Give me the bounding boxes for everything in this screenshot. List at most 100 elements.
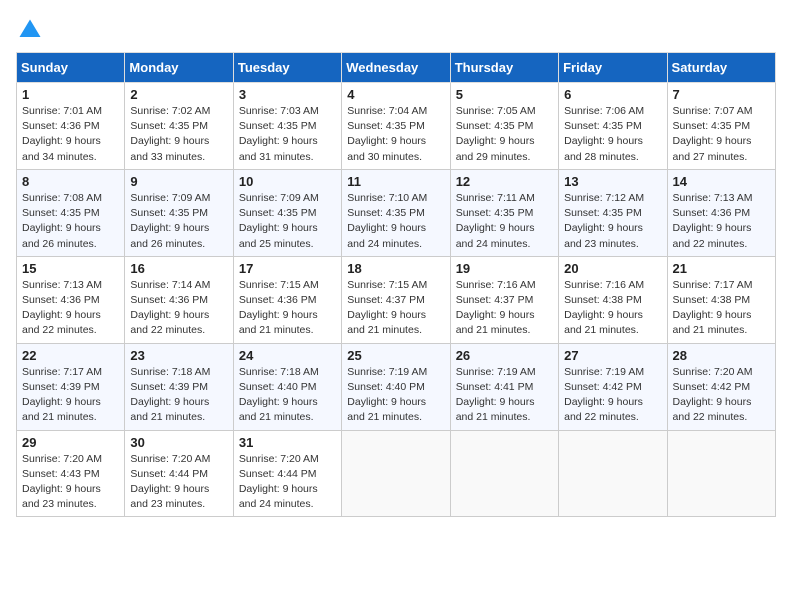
day-info: Sunrise: 7:09 AM Sunset: 4:35 PM Dayligh… bbox=[130, 191, 227, 252]
day-number: 24 bbox=[239, 348, 336, 363]
day-number: 27 bbox=[564, 348, 661, 363]
day-info: Sunrise: 7:18 AM Sunset: 4:40 PM Dayligh… bbox=[239, 365, 336, 426]
calendar-cell: 13 Sunrise: 7:12 AM Sunset: 4:35 PM Dayl… bbox=[559, 169, 667, 256]
calendar-cell: 27 Sunrise: 7:19 AM Sunset: 4:42 PM Dayl… bbox=[559, 343, 667, 430]
calendar-cell bbox=[450, 430, 558, 517]
calendar-cell: 29 Sunrise: 7:20 AM Sunset: 4:43 PM Dayl… bbox=[17, 430, 125, 517]
day-number: 2 bbox=[130, 87, 227, 102]
day-number: 31 bbox=[239, 435, 336, 450]
day-info: Sunrise: 7:20 AM Sunset: 4:43 PM Dayligh… bbox=[22, 452, 119, 513]
day-number: 3 bbox=[239, 87, 336, 102]
day-info: Sunrise: 7:19 AM Sunset: 4:42 PM Dayligh… bbox=[564, 365, 661, 426]
day-number: 28 bbox=[673, 348, 770, 363]
calendar-cell: 10 Sunrise: 7:09 AM Sunset: 4:35 PM Dayl… bbox=[233, 169, 341, 256]
calendar-cell bbox=[342, 430, 450, 517]
calendar-cell: 18 Sunrise: 7:15 AM Sunset: 4:37 PM Dayl… bbox=[342, 256, 450, 343]
calendar-cell: 19 Sunrise: 7:16 AM Sunset: 4:37 PM Dayl… bbox=[450, 256, 558, 343]
day-number: 23 bbox=[130, 348, 227, 363]
calendar-cell bbox=[667, 430, 775, 517]
day-number: 17 bbox=[239, 261, 336, 276]
day-info: Sunrise: 7:15 AM Sunset: 4:36 PM Dayligh… bbox=[239, 278, 336, 339]
logo-icon bbox=[16, 16, 44, 44]
calendar-cell: 6 Sunrise: 7:06 AM Sunset: 4:35 PM Dayli… bbox=[559, 83, 667, 170]
day-info: Sunrise: 7:18 AM Sunset: 4:39 PM Dayligh… bbox=[130, 365, 227, 426]
day-number: 8 bbox=[22, 174, 119, 189]
column-header-friday: Friday bbox=[559, 53, 667, 83]
calendar-week-4: 22 Sunrise: 7:17 AM Sunset: 4:39 PM Dayl… bbox=[17, 343, 776, 430]
column-header-saturday: Saturday bbox=[667, 53, 775, 83]
calendar-header-row: SundayMondayTuesdayWednesdayThursdayFrid… bbox=[17, 53, 776, 83]
calendar-cell: 3 Sunrise: 7:03 AM Sunset: 4:35 PM Dayli… bbox=[233, 83, 341, 170]
day-number: 7 bbox=[673, 87, 770, 102]
day-number: 29 bbox=[22, 435, 119, 450]
day-info: Sunrise: 7:14 AM Sunset: 4:36 PM Dayligh… bbox=[130, 278, 227, 339]
day-info: Sunrise: 7:19 AM Sunset: 4:40 PM Dayligh… bbox=[347, 365, 444, 426]
day-number: 22 bbox=[22, 348, 119, 363]
calendar-cell: 20 Sunrise: 7:16 AM Sunset: 4:38 PM Dayl… bbox=[559, 256, 667, 343]
day-number: 26 bbox=[456, 348, 553, 363]
calendar-cell bbox=[559, 430, 667, 517]
calendar-week-5: 29 Sunrise: 7:20 AM Sunset: 4:43 PM Dayl… bbox=[17, 430, 776, 517]
calendar-cell: 31 Sunrise: 7:20 AM Sunset: 4:44 PM Dayl… bbox=[233, 430, 341, 517]
column-header-sunday: Sunday bbox=[17, 53, 125, 83]
day-number: 15 bbox=[22, 261, 119, 276]
day-info: Sunrise: 7:13 AM Sunset: 4:36 PM Dayligh… bbox=[673, 191, 770, 252]
calendar-cell: 26 Sunrise: 7:19 AM Sunset: 4:41 PM Dayl… bbox=[450, 343, 558, 430]
day-number: 9 bbox=[130, 174, 227, 189]
calendar-cell: 12 Sunrise: 7:11 AM Sunset: 4:35 PM Dayl… bbox=[450, 169, 558, 256]
day-number: 30 bbox=[130, 435, 227, 450]
day-number: 14 bbox=[673, 174, 770, 189]
calendar-week-3: 15 Sunrise: 7:13 AM Sunset: 4:36 PM Dayl… bbox=[17, 256, 776, 343]
day-number: 1 bbox=[22, 87, 119, 102]
day-info: Sunrise: 7:01 AM Sunset: 4:36 PM Dayligh… bbox=[22, 104, 119, 165]
day-number: 12 bbox=[456, 174, 553, 189]
calendar-cell: 24 Sunrise: 7:18 AM Sunset: 4:40 PM Dayl… bbox=[233, 343, 341, 430]
calendar-cell: 25 Sunrise: 7:19 AM Sunset: 4:40 PM Dayl… bbox=[342, 343, 450, 430]
day-info: Sunrise: 7:17 AM Sunset: 4:38 PM Dayligh… bbox=[673, 278, 770, 339]
day-number: 11 bbox=[347, 174, 444, 189]
page-header bbox=[16, 16, 776, 44]
day-info: Sunrise: 7:17 AM Sunset: 4:39 PM Dayligh… bbox=[22, 365, 119, 426]
day-info: Sunrise: 7:13 AM Sunset: 4:36 PM Dayligh… bbox=[22, 278, 119, 339]
calendar-table: SundayMondayTuesdayWednesdayThursdayFrid… bbox=[16, 52, 776, 517]
day-info: Sunrise: 7:11 AM Sunset: 4:35 PM Dayligh… bbox=[456, 191, 553, 252]
day-info: Sunrise: 7:20 AM Sunset: 4:42 PM Dayligh… bbox=[673, 365, 770, 426]
day-info: Sunrise: 7:04 AM Sunset: 4:35 PM Dayligh… bbox=[347, 104, 444, 165]
calendar-cell: 23 Sunrise: 7:18 AM Sunset: 4:39 PM Dayl… bbox=[125, 343, 233, 430]
column-header-wednesday: Wednesday bbox=[342, 53, 450, 83]
day-number: 6 bbox=[564, 87, 661, 102]
day-info: Sunrise: 7:03 AM Sunset: 4:35 PM Dayligh… bbox=[239, 104, 336, 165]
day-info: Sunrise: 7:02 AM Sunset: 4:35 PM Dayligh… bbox=[130, 104, 227, 165]
calendar-cell: 14 Sunrise: 7:13 AM Sunset: 4:36 PM Dayl… bbox=[667, 169, 775, 256]
calendar-cell: 11 Sunrise: 7:10 AM Sunset: 4:35 PM Dayl… bbox=[342, 169, 450, 256]
calendar-week-2: 8 Sunrise: 7:08 AM Sunset: 4:35 PM Dayli… bbox=[17, 169, 776, 256]
logo bbox=[16, 16, 48, 44]
day-number: 20 bbox=[564, 261, 661, 276]
day-info: Sunrise: 7:20 AM Sunset: 4:44 PM Dayligh… bbox=[239, 452, 336, 513]
calendar-cell: 21 Sunrise: 7:17 AM Sunset: 4:38 PM Dayl… bbox=[667, 256, 775, 343]
calendar-cell: 30 Sunrise: 7:20 AM Sunset: 4:44 PM Dayl… bbox=[125, 430, 233, 517]
day-info: Sunrise: 7:09 AM Sunset: 4:35 PM Dayligh… bbox=[239, 191, 336, 252]
day-info: Sunrise: 7:19 AM Sunset: 4:41 PM Dayligh… bbox=[456, 365, 553, 426]
calendar-cell: 1 Sunrise: 7:01 AM Sunset: 4:36 PM Dayli… bbox=[17, 83, 125, 170]
day-info: Sunrise: 7:08 AM Sunset: 4:35 PM Dayligh… bbox=[22, 191, 119, 252]
calendar-cell: 17 Sunrise: 7:15 AM Sunset: 4:36 PM Dayl… bbox=[233, 256, 341, 343]
calendar-cell: 8 Sunrise: 7:08 AM Sunset: 4:35 PM Dayli… bbox=[17, 169, 125, 256]
day-number: 18 bbox=[347, 261, 444, 276]
day-info: Sunrise: 7:07 AM Sunset: 4:35 PM Dayligh… bbox=[673, 104, 770, 165]
day-number: 4 bbox=[347, 87, 444, 102]
calendar-cell: 22 Sunrise: 7:17 AM Sunset: 4:39 PM Dayl… bbox=[17, 343, 125, 430]
calendar-cell: 15 Sunrise: 7:13 AM Sunset: 4:36 PM Dayl… bbox=[17, 256, 125, 343]
day-number: 13 bbox=[564, 174, 661, 189]
day-info: Sunrise: 7:10 AM Sunset: 4:35 PM Dayligh… bbox=[347, 191, 444, 252]
calendar-cell: 28 Sunrise: 7:20 AM Sunset: 4:42 PM Dayl… bbox=[667, 343, 775, 430]
calendar-cell: 16 Sunrise: 7:14 AM Sunset: 4:36 PM Dayl… bbox=[125, 256, 233, 343]
calendar-cell: 5 Sunrise: 7:05 AM Sunset: 4:35 PM Dayli… bbox=[450, 83, 558, 170]
day-info: Sunrise: 7:16 AM Sunset: 4:37 PM Dayligh… bbox=[456, 278, 553, 339]
day-info: Sunrise: 7:15 AM Sunset: 4:37 PM Dayligh… bbox=[347, 278, 444, 339]
day-number: 21 bbox=[673, 261, 770, 276]
calendar-week-1: 1 Sunrise: 7:01 AM Sunset: 4:36 PM Dayli… bbox=[17, 83, 776, 170]
column-header-thursday: Thursday bbox=[450, 53, 558, 83]
day-number: 19 bbox=[456, 261, 553, 276]
day-info: Sunrise: 7:12 AM Sunset: 4:35 PM Dayligh… bbox=[564, 191, 661, 252]
